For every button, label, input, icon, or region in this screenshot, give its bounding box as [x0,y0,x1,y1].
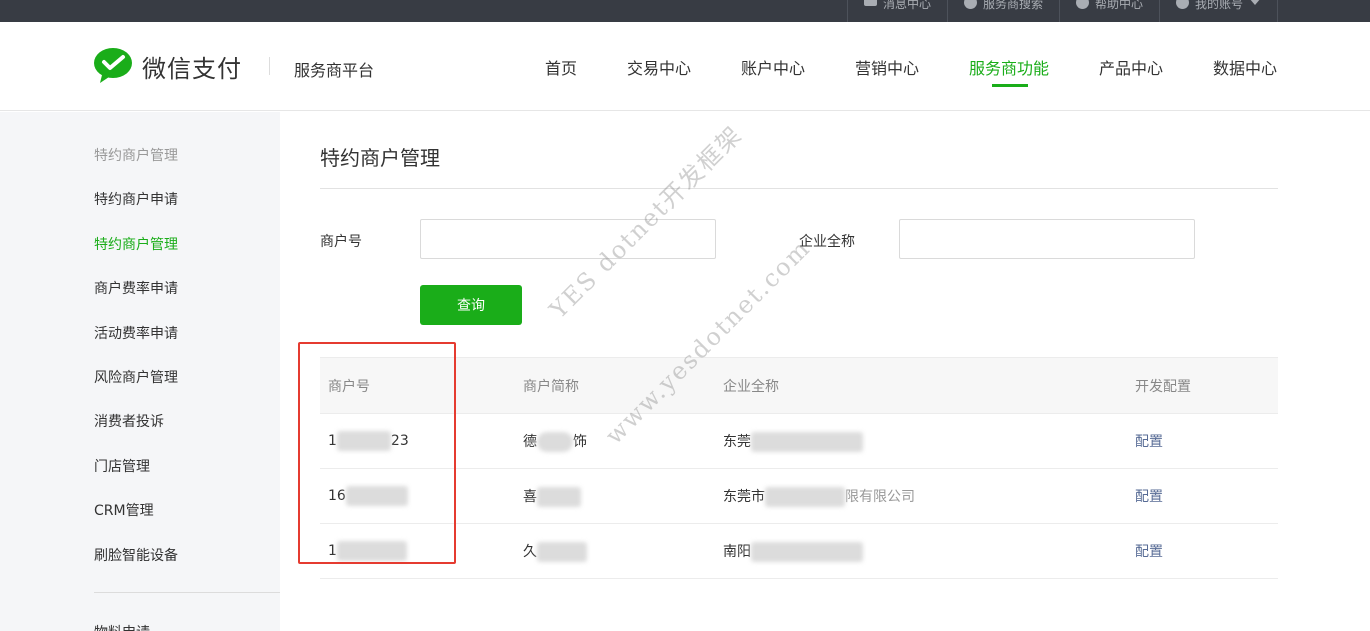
nav-data[interactable]: 数据中心 [1213,55,1277,79]
top-utility-links: 消息中心 服务商搜索 帮助中心 我的账号 [846,0,1278,22]
sidebar-item-activity-rate[interactable]: 活动费率申请 [94,323,178,343]
sidebar-item-face-devices[interactable]: 刷脸智能设备 [94,545,178,565]
short-name-prefix: 久 [523,543,537,560]
help-center-label: 帮助中心 [1094,0,1143,11]
company-name-suffix: 限有限公司 [845,488,915,505]
short-name-cell: 喜 [515,468,715,524]
search-icon [963,0,977,9]
short-name-prefix: 德 [523,433,537,450]
merchant-no-input[interactable] [420,219,716,259]
help-center-link[interactable]: 帮助中心 [1058,0,1159,22]
redacted-mask [765,486,845,507]
nav-marketing[interactable]: 营销中心 [855,55,919,79]
help-icon [1075,0,1089,9]
nav-accounts[interactable]: 账户中心 [741,55,805,79]
table-row: 16 喜 东莞市 限有限公司 配置 [320,468,1278,524]
nav-home[interactable]: 首页 [545,55,577,79]
page-title: 特约商户管理 [320,146,440,170]
company-name-prefix: 东莞市 [723,488,765,505]
company-name-input[interactable] [899,219,1195,259]
merchant-no-label: 商户号 [320,234,362,250]
nav-provider-functions[interactable]: 服务商功能 [969,55,1049,79]
sidebar-section-heading: 特约商户管理 [94,148,178,164]
title-divider [320,188,1278,189]
config-link[interactable]: 配置 [1135,489,1163,505]
company-name-label: 企业全称 [799,234,855,250]
redacted-mask [537,541,587,562]
company-name-cell: 南阳 [715,523,1127,579]
config-link[interactable]: 配置 [1135,544,1163,560]
my-account-label: 我的账号 [1194,0,1243,11]
column-header-dev-config: 开发配置 [1127,357,1278,414]
user-icon [1175,0,1189,9]
company-name-prefix: 南阳 [723,543,751,560]
site-header: 微信支付 服务商平台 首页 交易中心 账户中心 营销中心 服务商功能 产品中心 … [0,22,1370,111]
sidebar-item-merchant-manage[interactable]: 特约商户管理 [94,234,178,254]
company-name-prefix: 东莞 [723,433,751,450]
message-center-link[interactable]: 消息中心 [846,0,947,22]
nav-products[interactable]: 产品中心 [1099,55,1163,79]
provider-search-link[interactable]: 服务商搜索 [946,0,1059,22]
dev-config-cell: 配置 [1127,413,1278,469]
company-name-cell: 东莞市 限有限公司 [715,468,1127,524]
dev-config-cell: 配置 [1127,523,1278,579]
main-nav: 首页 交易中心 账户中心 营销中心 服务商功能 产品中心 数据中心 [0,55,1370,111]
column-header-company-name: 企业全称 [715,357,1127,414]
redacted-mask [537,431,573,452]
short-name-cell: 久 [515,523,715,579]
nav-active-indicator [992,84,1028,87]
redacted-mask [751,431,863,452]
short-name-suffix: 饰 [573,433,587,450]
sidebar-divider [94,592,280,593]
caret-down-icon [1249,0,1261,5]
sidebar-item-stores[interactable]: 门店管理 [94,456,150,476]
sidebar-item-rate-apply[interactable]: 商户费率申请 [94,278,178,298]
table-row: 1 23 德饰 东莞 配置 [320,413,1278,469]
main-content: 特约商户管理 商户号 企业全称 查询 商户号 商户简称 企业全称 开发配置 12… [320,112,1278,631]
provider-search-label: 服务商搜索 [982,0,1043,11]
redacted-mask [537,486,581,507]
my-account-menu[interactable]: 我的账号 [1158,0,1278,22]
sidebar-item-complaints[interactable]: 消费者投诉 [94,411,164,431]
short-name-prefix: 喜 [523,488,537,505]
nav-transactions[interactable]: 交易中心 [627,55,691,79]
redacted-mask [751,541,863,562]
table-row: 1 久 南阳 配置 [320,523,1278,579]
mail-icon [863,0,877,6]
table-header-row: 商户号 商户简称 企业全称 开发配置 [320,357,1278,414]
company-name-cell: 东莞 [715,413,1127,469]
short-name-cell: 德饰 [515,413,715,469]
dev-config-cell: 配置 [1127,468,1278,524]
message-center-label: 消息中心 [882,0,931,11]
sidebar-item-materials[interactable]: 物料申请 [94,622,150,631]
column-header-short-name: 商户简称 [515,357,715,414]
query-button[interactable]: 查询 [420,285,522,325]
highlight-box [298,342,456,564]
config-link[interactable]: 配置 [1135,434,1163,450]
sidebar: 特约商户管理 特约商户申请 特约商户管理 商户费率申请 活动费率申请 风险商户管… [0,112,280,631]
sidebar-item-merchant-apply[interactable]: 特约商户申请 [94,189,178,209]
sidebar-item-risk-merchants[interactable]: 风险商户管理 [94,367,178,387]
sidebar-item-crm[interactable]: CRM管理 [94,500,154,520]
top-utility-bar: 消息中心 服务商搜索 帮助中心 我的账号 [0,0,1370,22]
merchant-table: 商户号 商户简称 企业全称 开发配置 1 23 德饰 东莞 配置 16 喜 东莞… [320,357,1278,579]
